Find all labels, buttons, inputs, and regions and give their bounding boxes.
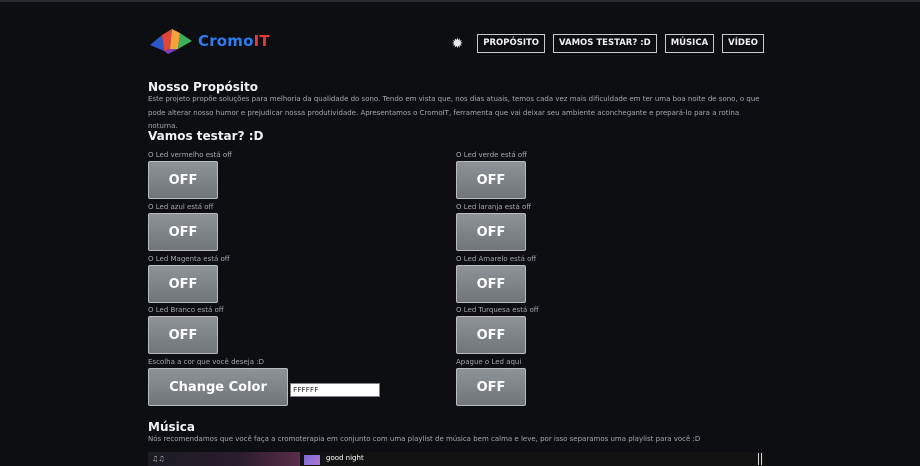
logo-text-cromo: Cromo xyxy=(198,32,254,50)
playlist-logo-icon: ♫♫ xyxy=(152,455,165,463)
nav-vamos-testar[interactable]: VAMOS TESTAR? :D xyxy=(553,34,657,53)
header: CromoIT ✹ PROPÓSITO VAMOS TESTAR? :D MÚS… xyxy=(148,26,764,60)
proposito-text: Este projeto propõe soluções para melhor… xyxy=(148,95,760,130)
color-hex-input[interactable]: FFFFFF xyxy=(290,383,380,397)
teste-title: Vamos testar? :D xyxy=(148,129,264,143)
track-title[interactable]: good night xyxy=(326,454,364,462)
led-green-label: O Led verde está off xyxy=(456,151,527,159)
musica-title: Música xyxy=(148,420,195,434)
logo-text-it: IT xyxy=(253,32,270,50)
nav-video[interactable]: VÍDEO xyxy=(722,34,764,53)
nav-musica[interactable]: MÚSICA xyxy=(664,34,715,53)
led-magenta-label: O Led Magenta está off xyxy=(148,255,230,263)
led-blue-label: O Led azul está off xyxy=(148,203,214,211)
color-picker-label: Escolha a cor que você deseja :D xyxy=(148,358,264,366)
change-color-button[interactable]: Change Color xyxy=(148,368,288,406)
musica-text: Nós recomendamos que você faça a cromote… xyxy=(148,435,701,443)
led-red-button[interactable]: OFF xyxy=(148,161,218,199)
led-magenta-button[interactable]: OFF xyxy=(148,265,218,303)
logo-icon xyxy=(150,29,192,54)
led-yellow-label: O Led Amarelo está off xyxy=(456,255,537,263)
nav-proposito[interactable]: PROPÓSITO xyxy=(477,34,545,53)
track-thumbnail xyxy=(304,455,320,465)
led-yellow-button[interactable]: OFF xyxy=(456,265,526,303)
top-border xyxy=(0,0,920,2)
led-turquoise-label: O Led Turquesa está off xyxy=(456,306,539,314)
led-red-label: O Led vermelho está off xyxy=(148,151,233,159)
pause-icon[interactable] xyxy=(758,453,762,465)
led-blue-button[interactable]: OFF xyxy=(148,213,218,251)
playlist-cover: ♫♫ xyxy=(148,452,300,466)
logo[interactable]: CromoIT xyxy=(148,26,270,56)
gear-icon[interactable]: ✹ xyxy=(452,36,464,52)
led-orange-button[interactable]: OFF xyxy=(456,213,526,251)
led-white-button[interactable]: OFF xyxy=(148,316,218,354)
proposito-title: Nosso Propósito xyxy=(148,80,259,94)
logo-text: CromoIT xyxy=(198,32,270,50)
led-orange-label: O Led laranja está off xyxy=(456,203,532,211)
led-turquoise-button[interactable]: OFF xyxy=(456,316,526,354)
led-white-label: O Led Branco está off xyxy=(148,306,224,314)
turn-off-button[interactable]: OFF xyxy=(456,368,526,406)
music-player-embed[interactable]: ♫♫ good night xyxy=(148,452,764,466)
main-nav: ✹ PROPÓSITO VAMOS TESTAR? :D MÚSICA VÍDE… xyxy=(452,34,764,53)
turn-off-label: Apague o Led aqui xyxy=(456,358,522,366)
led-green-button[interactable]: OFF xyxy=(456,161,526,199)
